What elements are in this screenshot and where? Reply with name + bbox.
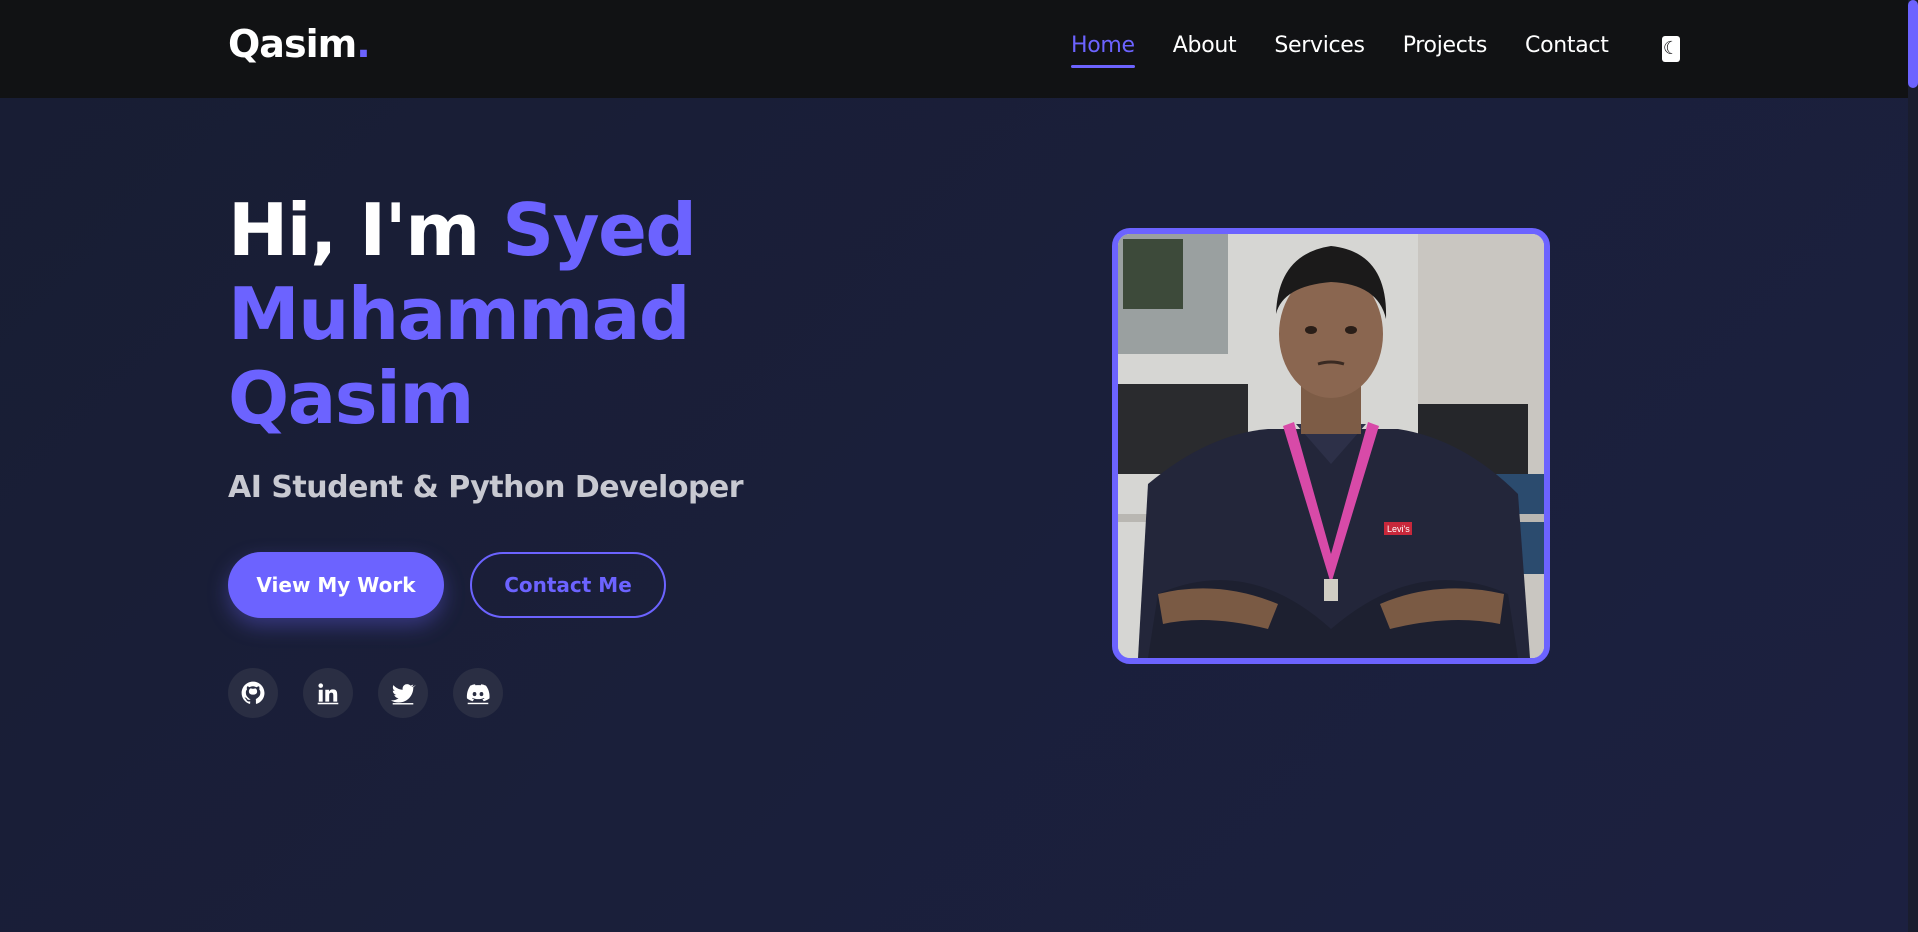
contact-me-button[interactable]: Contact Me <box>470 552 666 618</box>
nav-link-services[interactable]: Services <box>1274 33 1365 68</box>
nav-link-about[interactable]: About <box>1173 33 1237 68</box>
linkedin-icon <box>317 683 339 705</box>
profile-photo: Levi's <box>1112 228 1550 664</box>
hero-name-middle: Muhammad <box>228 272 690 356</box>
page-scrollbar[interactable] <box>1908 0 1918 932</box>
logo-text: Qasim <box>228 22 357 66</box>
site-logo[interactable]: Qasim. <box>228 22 371 66</box>
logo-dot: . <box>356 22 370 66</box>
social-links <box>228 668 503 718</box>
view-my-work-button[interactable]: View My Work <box>228 552 444 618</box>
photo-badge-text: Levi's <box>1387 524 1410 534</box>
hero-subtitle: AI Student & Python Developer <box>228 470 744 505</box>
theme-toggle-button[interactable]: ☾ <box>1662 36 1680 62</box>
scrollbar-thumb[interactable] <box>1908 0 1918 88</box>
discord-link[interactable] <box>453 668 503 718</box>
hero-title: Hi, I'm Syed Muhammad Qasim <box>228 188 697 440</box>
discord-icon <box>466 684 490 705</box>
profile-photo-illustration: Levi's <box>1118 234 1544 658</box>
nav-links: Home About Services Projects Contact <box>1071 33 1609 58</box>
nav-link-projects[interactable]: Projects <box>1403 33 1488 68</box>
github-link[interactable] <box>228 668 278 718</box>
moon-icon: ☾ <box>1662 38 1680 59</box>
nav-link-home[interactable]: Home <box>1071 33 1135 68</box>
navbar: Qasim. Home About Services Projects Cont… <box>0 0 1918 98</box>
nav-link-contact[interactable]: Contact <box>1525 33 1609 68</box>
twitter-icon <box>390 684 416 705</box>
hero-name-first: Syed <box>502 188 697 272</box>
twitter-link[interactable] <box>378 668 428 718</box>
linkedin-link[interactable] <box>303 668 353 718</box>
github-icon <box>241 681 265 704</box>
hero-name-last: Qasim <box>228 356 474 440</box>
hero-section: Hi, I'm Syed Muhammad Qasim <box>228 188 697 440</box>
hero-greeting: Hi, I'm <box>228 188 503 272</box>
